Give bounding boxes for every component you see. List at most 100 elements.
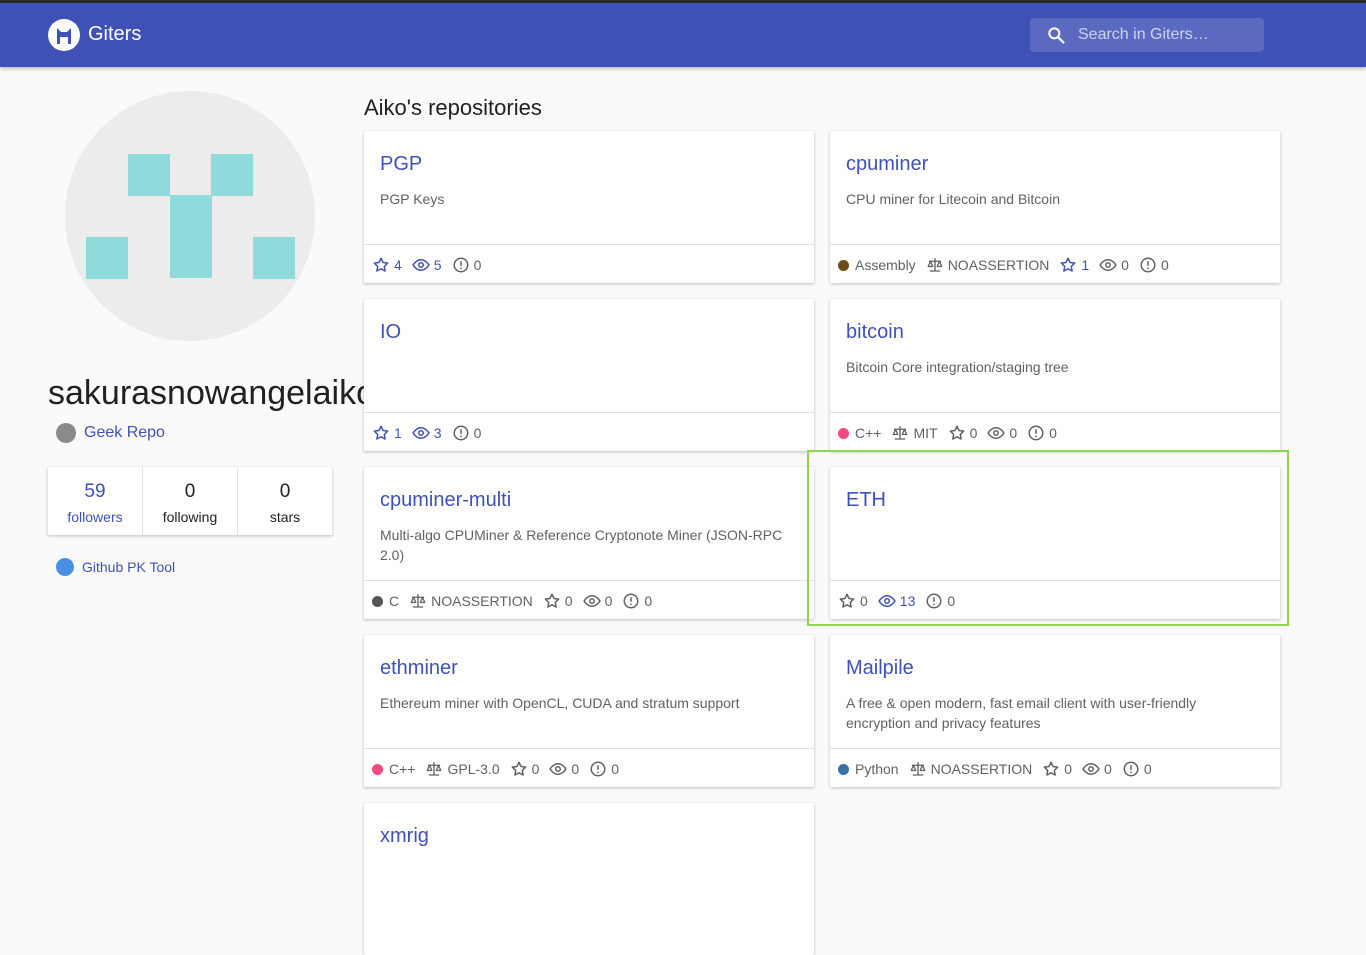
repo-card[interactable]: cpuminer-multi Multi-algo CPUMiner & Ref… (364, 467, 814, 619)
app-title[interactable]: Giters (88, 23, 141, 46)
star-icon (544, 593, 560, 608)
eye-icon (412, 426, 430, 440)
repo-stars-count: 0 (1064, 761, 1073, 777)
scale-icon (893, 426, 908, 440)
repo-name-link[interactable]: PGP (380, 153, 422, 176)
repo-description: Ethereum miner with OpenCL, CUDA and str… (380, 695, 740, 711)
repo-name-link[interactable]: ETH (846, 489, 886, 512)
card-divider (830, 244, 1280, 245)
eye-icon (582, 594, 601, 608)
repo-issues-count: 0 (1160, 257, 1169, 273)
star-icon (1060, 257, 1076, 272)
repo-name-link[interactable]: xmrig (380, 825, 429, 848)
repo-card[interactable]: bitcoin Bitcoin Core integration/staging… (830, 299, 1280, 451)
repo-stars-count: 1 (1081, 257, 1090, 273)
repo-license: GPL-3.0 (425, 760, 500, 778)
star-icon (511, 761, 527, 776)
repo-issues: 0 (1139, 256, 1169, 274)
repo-description: Bitcoin Core integration/staging tree (846, 359, 1069, 375)
repo-watchers-count: 0 (1009, 425, 1018, 441)
alert-circle-icon (623, 593, 639, 609)
giters-logo-icon[interactable] (48, 19, 80, 51)
repo-issues-count: 0 (473, 425, 482, 441)
scale-icon (410, 594, 426, 608)
repo-stars-count: 1 (394, 425, 402, 441)
repo-description: A free & open modern, fast email client … (846, 695, 1197, 731)
search-input[interactable] (1078, 18, 1258, 52)
repo-name-link[interactable]: IO (380, 321, 401, 344)
repo-stars-count: 0 (860, 593, 868, 609)
repo-footer: 1 3 0 (372, 423, 491, 443)
star-icon (839, 593, 855, 608)
repo-issues-count: 0 (1143, 761, 1152, 777)
repo-issues: 0 (452, 424, 482, 442)
language-dot (838, 259, 849, 271)
repo-stars: 4 (372, 256, 402, 274)
repo-card[interactable]: ETH 0 13 0 (830, 467, 1280, 619)
repo-issues: 0 (925, 592, 955, 610)
repo-name-link[interactable]: cpuminer-multi (380, 489, 511, 512)
alert-circle-icon (590, 761, 606, 777)
repo-watchers: 0 (549, 760, 579, 778)
stars-label: stars (269, 509, 301, 525)
repo-card[interactable]: IO 1 3 0 (364, 299, 814, 451)
card-divider (364, 748, 814, 749)
repo-footer: C++ GPL-3.0 0 0 0 (372, 759, 629, 779)
repo-language-label: Assembly (855, 257, 916, 273)
repo-name-link[interactable]: ethminer (380, 657, 458, 680)
repo-card[interactable]: cpuminer CPU miner for Litecoin and Bitc… (830, 131, 1280, 283)
avatar-pixel (211, 154, 253, 196)
repo-card[interactable]: ethminer Ethereum miner with OpenCL, CUD… (364, 635, 814, 787)
eye-icon (412, 258, 430, 272)
alert-circle-icon (1028, 425, 1044, 441)
alert-circle-icon (926, 593, 942, 609)
avatar-pixel (253, 237, 295, 279)
repo-stars: 0 (543, 592, 573, 610)
card-divider (364, 244, 814, 245)
star-icon (373, 257, 389, 272)
repo-issues: 0 (1122, 760, 1152, 778)
repo-watchers: 0 (582, 592, 612, 610)
repo-stars: 0 (510, 760, 540, 778)
repo-issues-count: 0 (644, 593, 653, 609)
profile-username: sakurasnowangelaiko (48, 374, 364, 412)
repositories-heading: Aiko's repositories (364, 95, 542, 120)
repo-issues-count: 0 (947, 593, 956, 609)
repo-footer: 4 5 0 (372, 255, 491, 275)
repo-license-label: MIT (913, 425, 938, 441)
geek-repo-link[interactable]: Geek Repo (56, 423, 165, 443)
repo-issues: 0 (452, 256, 481, 274)
repo-name-link[interactable]: bitcoin (846, 321, 904, 344)
repo-watchers: 3 (412, 424, 442, 442)
repo-footer: 0 13 0 (838, 591, 965, 611)
repo-issues-count: 0 (1049, 425, 1057, 441)
eye-icon (1099, 258, 1117, 272)
stars-stat: 0 stars (238, 467, 332, 535)
repo-watchers-count: 0 (571, 761, 580, 777)
following-count: 0 (184, 481, 196, 502)
repo-card[interactable]: xmrig (364, 803, 814, 955)
followers-stat[interactable]: 59 followers (48, 467, 143, 535)
repo-stars-count: 0 (531, 761, 540, 777)
star-icon (1043, 761, 1059, 776)
scale-icon (927, 258, 943, 272)
alert-circle-icon (453, 257, 469, 273)
repo-name-link[interactable]: Mailpile (846, 657, 914, 680)
repo-card[interactable]: PGP PGP Keys 4 5 0 (364, 131, 814, 283)
repo-watchers: 0 (1099, 256, 1129, 274)
repo-name-link[interactable]: cpuminer (846, 153, 928, 176)
profile-stats: 59 followers 0 following 0 stars (48, 467, 332, 535)
search-box[interactable] (1030, 18, 1264, 52)
repo-watchers: 13 (878, 592, 915, 610)
repo-stars: 0 (838, 592, 868, 610)
geek-repo-label: Geek Repo (84, 424, 165, 441)
card-divider (830, 412, 1280, 413)
repo-card[interactable]: Mailpile A free & open modern, fast emai… (830, 635, 1280, 787)
repo-stars-count: 4 (394, 257, 402, 273)
repo-language-label: C (389, 593, 400, 609)
github-pk-tool-label: Github PK Tool (82, 559, 176, 575)
alert-circle-icon (1140, 257, 1156, 273)
github-pk-tool-link[interactable]: Github PK Tool (56, 558, 175, 576)
alert-circle-icon (453, 425, 469, 441)
following-label: following (162, 509, 218, 525)
